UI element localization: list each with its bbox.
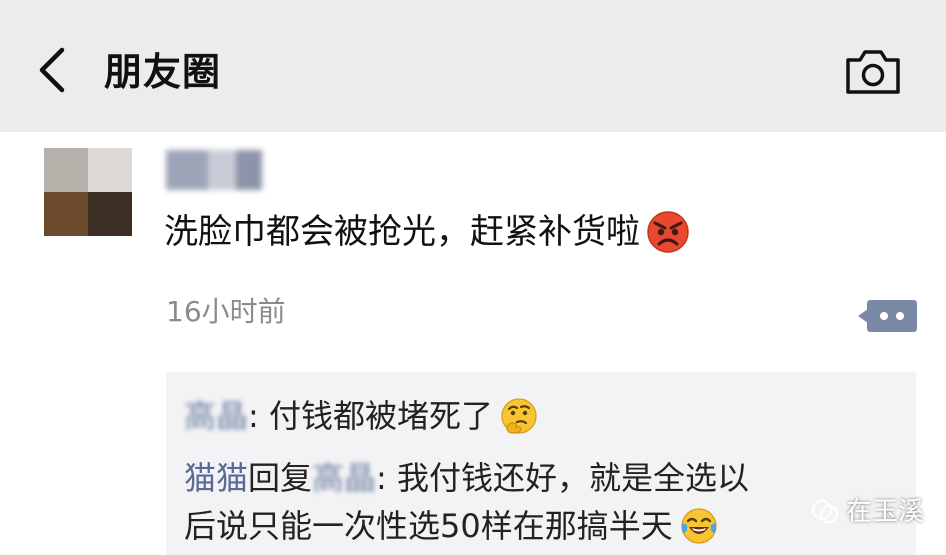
commenter-name[interactable]: 猫猫 xyxy=(184,454,248,502)
chevron-left-icon xyxy=(39,47,65,93)
post-text-content: 洗脸巾都会被抢光，赶紧补货啦 xyxy=(164,212,640,252)
tears-of-joy-icon xyxy=(681,508,717,544)
wechat-channel-icon xyxy=(812,500,838,523)
watermark-text: 在玉溪 xyxy=(846,497,925,527)
commenter-name[interactable]: 高晶 xyxy=(184,392,248,440)
moments-post: 洗脸巾都会被抢光，赶紧补货啦 16小时前 高晶 : 付钱都被堵死了 猫猫 回复 … xyxy=(0,132,946,555)
more-dots-icon xyxy=(858,300,917,332)
camera-button[interactable] xyxy=(840,44,906,100)
comment-text: 后说只能一次性选50样在那搞半天 xyxy=(184,507,673,545)
post-time: 16小时前 xyxy=(166,295,286,328)
reply-comment-continuation: 后说只能一次性选50样在那搞半天 xyxy=(184,502,719,550)
reply-label: 回复 xyxy=(248,459,313,497)
avatar[interactable] xyxy=(44,148,132,236)
comment-section: 高晶 : 付钱都被堵死了 猫猫 回复 高晶 : 我付钱还好，就是全选以 后说只能… xyxy=(166,372,916,555)
page-title: 朋友圈 xyxy=(104,50,222,94)
back-button[interactable] xyxy=(28,40,78,100)
post-text: 洗脸巾都会被抢光，赶紧补货啦 xyxy=(164,204,690,260)
more-actions-button[interactable] xyxy=(858,296,918,336)
angry-face-icon xyxy=(647,211,689,253)
reply-target-name[interactable]: 高晶 xyxy=(312,454,376,502)
camera-icon xyxy=(846,50,900,94)
top-bar: 朋友圈 xyxy=(0,0,946,132)
channel-watermark: 在玉溪 xyxy=(810,492,924,532)
reply-comment-item[interactable]: 猫猫 回复 高晶 : 我付钱还好，就是全选以 xyxy=(184,454,749,502)
comment-text: : 付钱都被堵死了 xyxy=(248,397,493,435)
author-name[interactable] xyxy=(166,146,266,192)
comment-text: : 我付钱还好，就是全选以 xyxy=(376,459,750,497)
comment-item[interactable]: 高晶 : 付钱都被堵死了 xyxy=(184,392,539,440)
thinking-face-icon xyxy=(501,398,537,434)
